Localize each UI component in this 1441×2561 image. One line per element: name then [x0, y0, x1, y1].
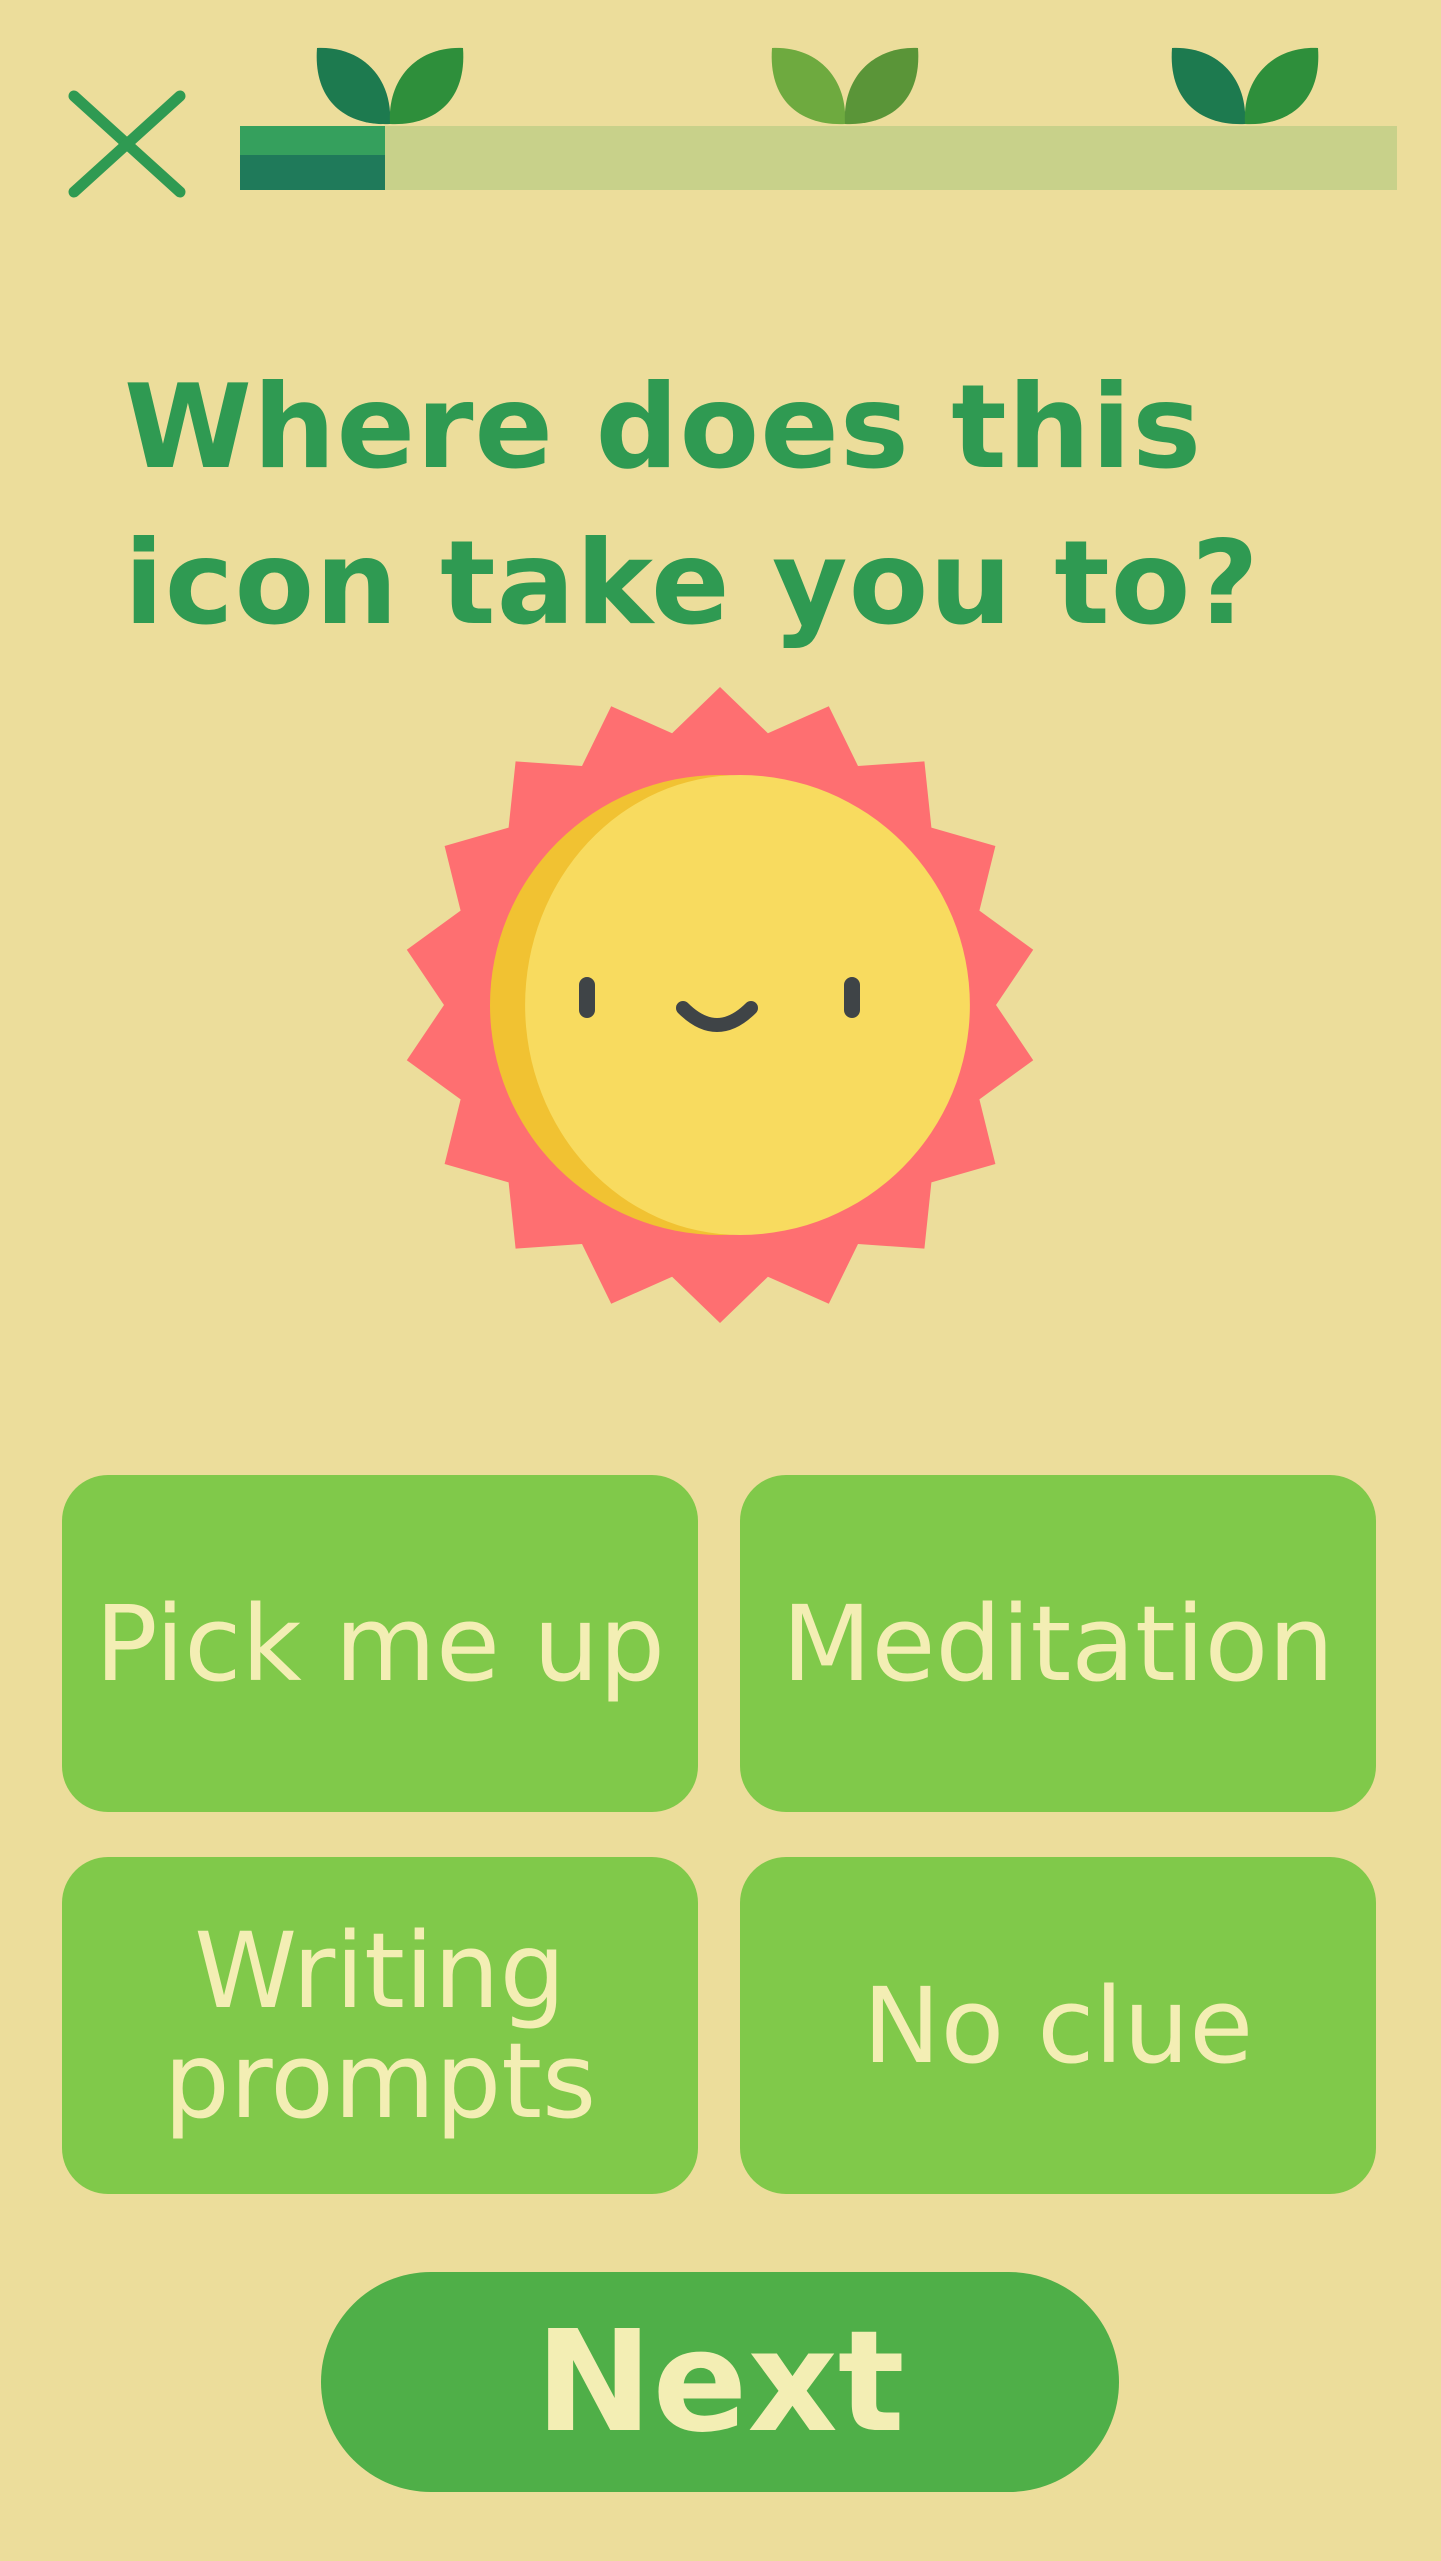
sprout-leaves-icon — [1171, 47, 1319, 125]
close-button[interactable] — [62, 84, 192, 214]
option-label: Writing prompts — [163, 1909, 597, 2142]
option-label: No clue — [862, 1964, 1254, 2087]
option-meditation[interactable]: Meditation — [740, 1475, 1376, 1812]
close-x-icon — [68, 90, 186, 198]
option-pick-me-up[interactable]: Pick me up — [62, 1475, 698, 1812]
progress-fill — [240, 126, 385, 190]
progress-track — [240, 126, 1397, 190]
sprout-leaves-icon — [771, 47, 919, 125]
next-button[interactable]: Next — [321, 2272, 1119, 2492]
option-no-clue[interactable]: No clue — [740, 1857, 1376, 2194]
question-title: Where does this icon take you to? — [124, 360, 1260, 651]
option-label: Meditation — [781, 1582, 1335, 1705]
progress-bar — [240, 47, 1397, 190]
sprout-leaves-icon — [316, 47, 464, 125]
smiling-sun-icon — [406, 687, 1034, 1323]
next-button-label: Next — [535, 2300, 905, 2464]
option-writing-prompts[interactable]: Writing prompts — [62, 1857, 698, 2194]
option-label: Pick me up — [94, 1582, 666, 1705]
